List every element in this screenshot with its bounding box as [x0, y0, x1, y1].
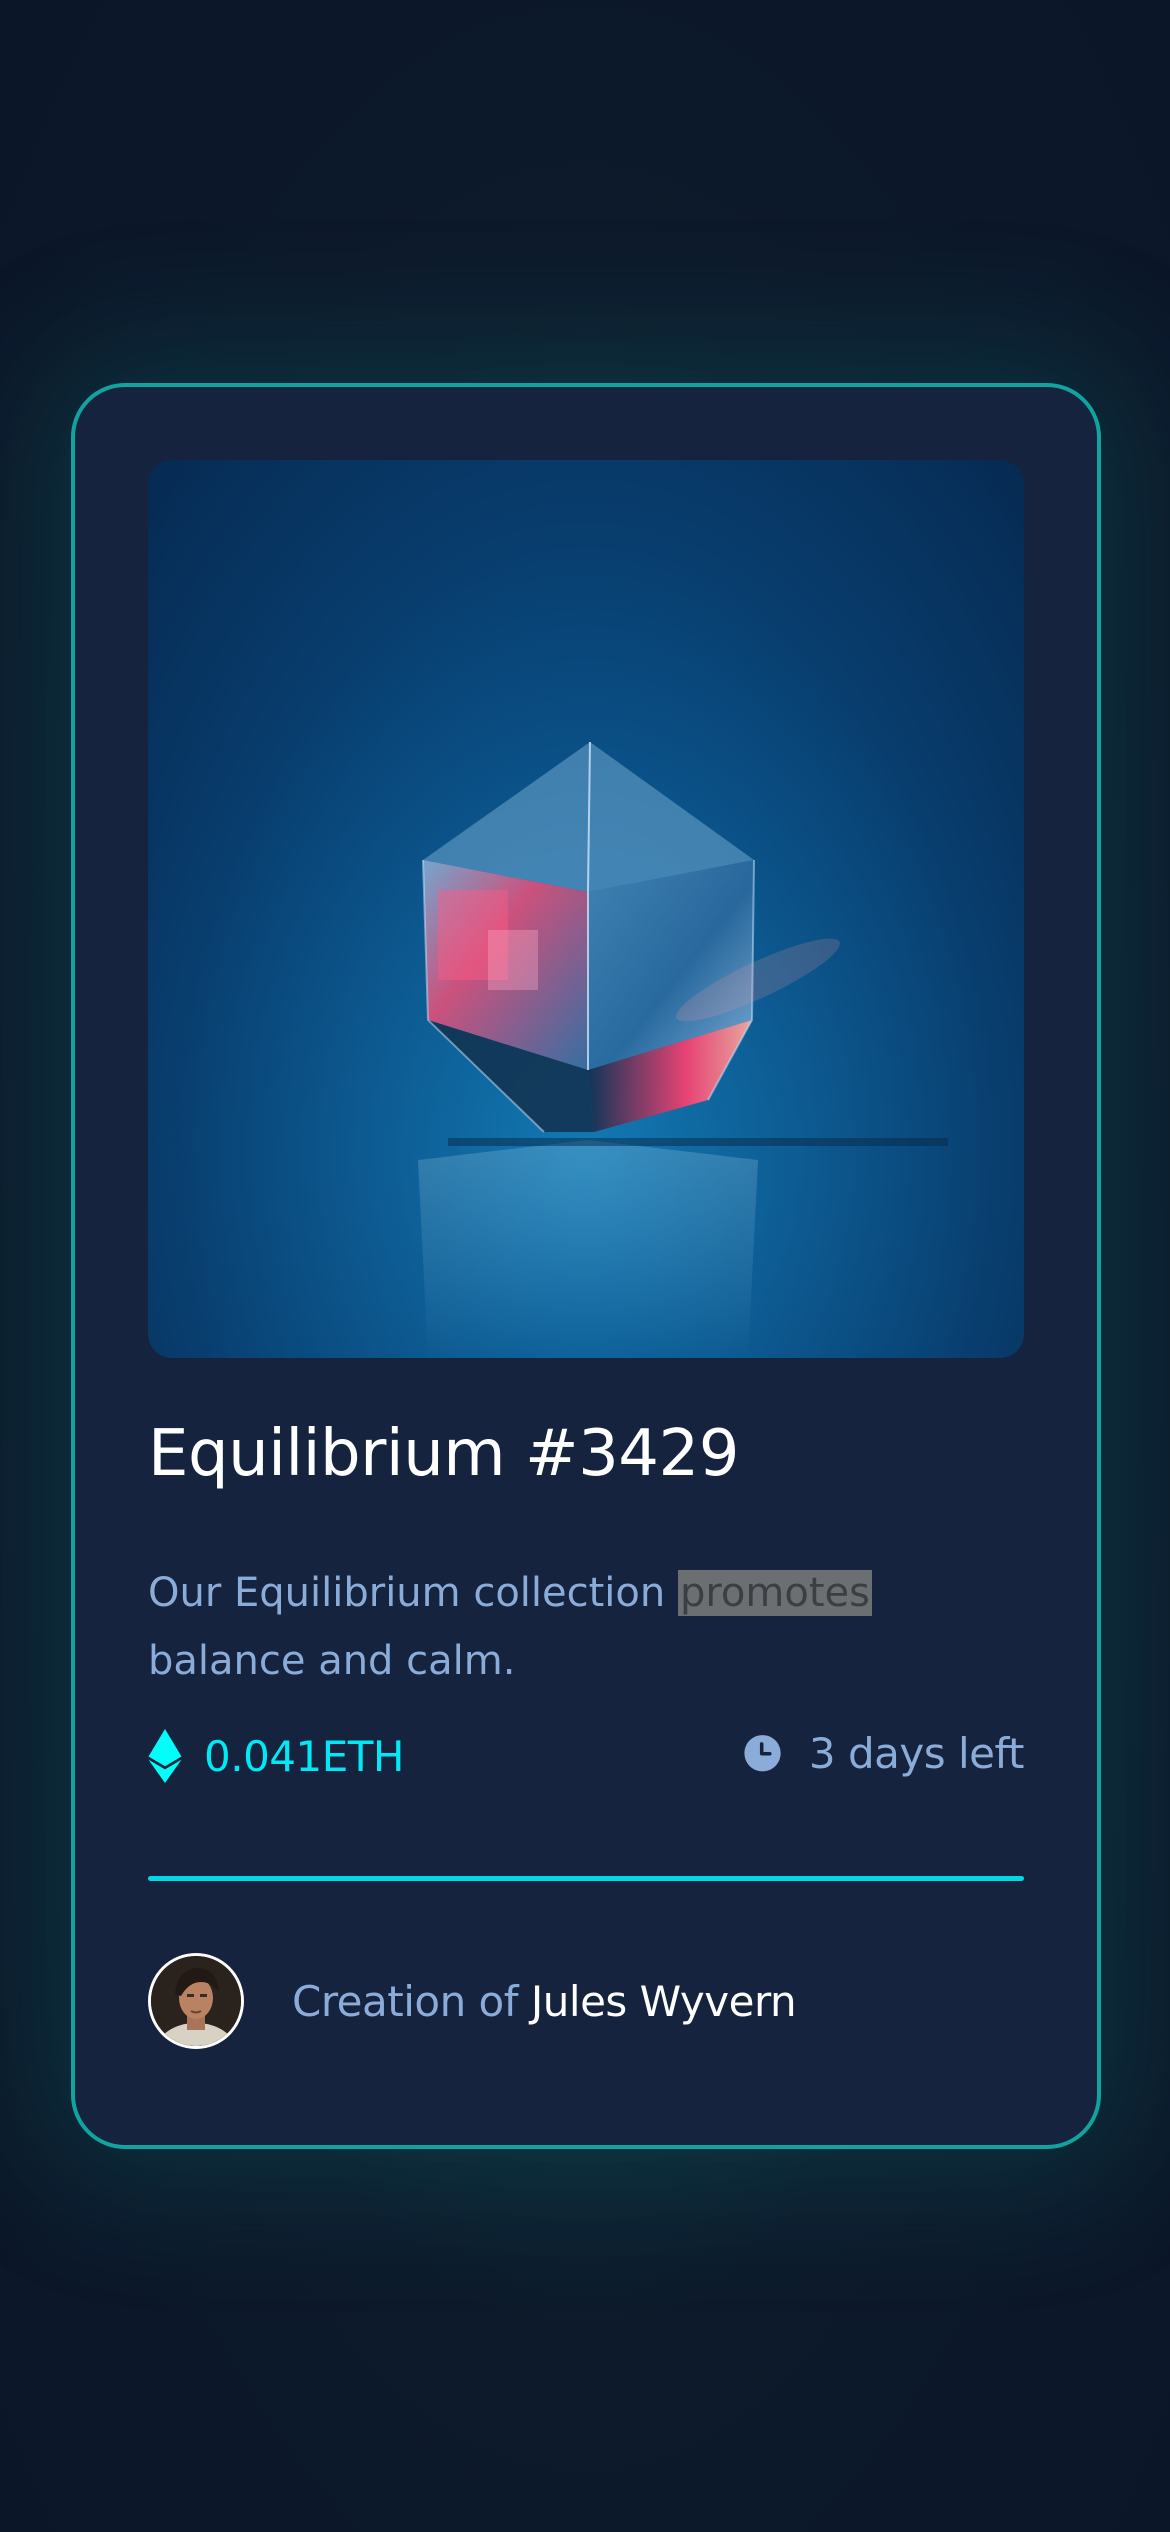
- description-text-end: balance and calm.: [148, 1638, 516, 1684]
- description-text: Our Equilibrium collection: [148, 1570, 678, 1616]
- price: 0.041ETH: [148, 1729, 405, 1783]
- stats-row: 0.041ETH 3 days left: [148, 1725, 1025, 1795]
- time-left: 3 days left: [743, 1729, 1025, 1778]
- description-highlight: promotes: [677, 1570, 872, 1616]
- avatar: [148, 1953, 244, 2049]
- card-title[interactable]: Equilibrium #3429: [148, 1417, 1024, 1491]
- creator-row: Creation of Jules Wyvern: [148, 1953, 1024, 2049]
- nft-image[interactable]: [148, 460, 1024, 1358]
- creator-prefix: Creation of: [292, 1976, 531, 2026]
- divider: [148, 1876, 1024, 1881]
- ethereum-icon: [148, 1729, 182, 1783]
- cube-artwork: [148, 460, 1024, 1358]
- clock-icon: [744, 1734, 781, 1771]
- card-description: Our Equilibrium collection promotes bala…: [148, 1559, 1024, 1695]
- price-value: 0.041ETH: [204, 1731, 405, 1781]
- avatar-portrait: [151, 1956, 241, 2046]
- time-left-value: 3 days left: [808, 1729, 1025, 1778]
- creator-text: Creation of Jules Wyvern: [292, 1976, 797, 2026]
- creator-name-link[interactable]: Jules Wyvern: [531, 1977, 797, 2026]
- nft-card: Equilibrium #3429 Our Equilibrium collec…: [71, 383, 1101, 2149]
